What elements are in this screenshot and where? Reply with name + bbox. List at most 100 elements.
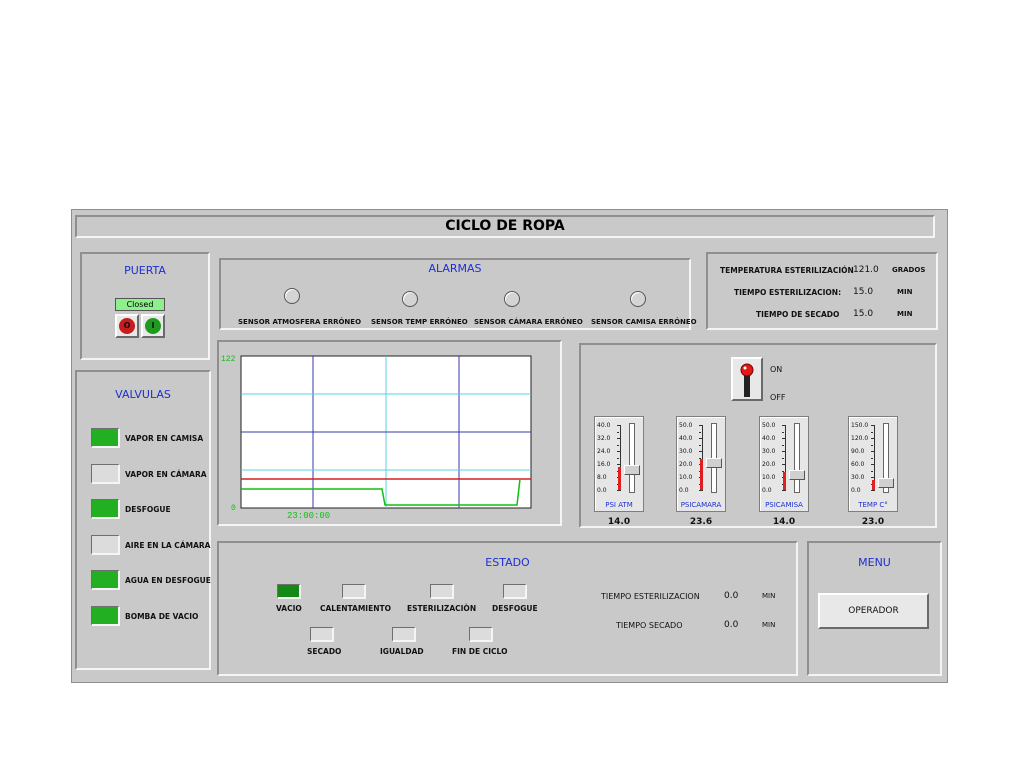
time-label: 23:00:00: [287, 511, 330, 521]
estado-timer-value-1: 0.0: [724, 620, 739, 630]
slider-thumb[interactable]: [878, 478, 894, 488]
valve-led-4: [91, 570, 120, 590]
valve-led-1: [91, 463, 120, 484]
alarm-label-2: SENSOR CÁMARA ERRÓNEO: [474, 318, 583, 326]
on-off-switch[interactable]: [731, 357, 763, 401]
estado-led-3: [503, 584, 527, 599]
alarm-indicator-0: [284, 288, 300, 304]
menu-panel: MENU OPERADOR: [807, 541, 942, 676]
alarm-label-1: SENSOR TEMP ERRÓNEO: [371, 318, 468, 326]
slider-tick: [699, 425, 703, 426]
slider-tick-label: 30.0: [762, 448, 776, 455]
slider-gauge-0: 40.0 32.0 24.0 16.0 8.0 0.0 PSI ATM: [594, 416, 644, 512]
param-unit-0: GRADOS: [892, 266, 926, 274]
estado-led-1: [342, 584, 366, 599]
slider-tick: [617, 438, 621, 439]
slider-level-fill: [783, 472, 786, 490]
slider-tick-label: 40.0: [597, 422, 611, 429]
param-unit-2: MIN: [897, 310, 913, 318]
alarm-indicator-2: [504, 291, 520, 307]
slider-tick-label: 20.0: [762, 461, 776, 468]
y-max-label: 122: [221, 355, 236, 364]
slider-name: PSICAMARA: [680, 501, 722, 509]
slider-tick-label: 150.0: [851, 422, 869, 429]
slider-tick: [617, 457, 619, 459]
estado-label-6: FIN DE CICLO: [452, 647, 508, 656]
slider-tick: [617, 464, 621, 465]
slider-tick: [782, 438, 786, 439]
slider-tick: [699, 444, 701, 446]
valve-label-5: BOMBA DE VACIO: [125, 611, 199, 621]
valve-led-0: [91, 428, 120, 448]
estado-label-1: CALENTAMIENTO: [320, 604, 391, 613]
param-label-0: TEMPERATURA ESTERILIZACIÓN: [720, 266, 854, 275]
slider-tick-label: 8.0: [597, 474, 607, 481]
slider-thumb[interactable]: [706, 458, 722, 468]
slider-name: PSICAMISA: [765, 501, 803, 509]
alarm-label-0: SENSOR ATMOSFERA ERRÓNEO: [238, 318, 362, 326]
start-icon: I: [145, 318, 161, 334]
sensor-panel: ON OFF 40.0 32.0 24.0 16.0 8.0 0.0 PSI ATM 14.0…: [579, 343, 937, 528]
toggle-lever-icon: [740, 363, 754, 397]
door-open-button[interactable]: I: [141, 314, 165, 338]
valve-label-2: DESFOGUE: [125, 505, 171, 514]
slider-tick: [871, 464, 875, 465]
slider-tick: [617, 425, 621, 426]
param-value-2: 15.0: [853, 309, 874, 319]
slider-tick: [871, 438, 875, 439]
slider-tick: [871, 457, 873, 459]
trend-panel: 122 0 23:00:00: [217, 340, 562, 526]
door-close-button[interactable]: O: [115, 314, 139, 338]
alarm-label-3: SENSOR CAMISA ERRÓNEO: [591, 318, 697, 326]
estado-label-4: SECADO: [307, 647, 342, 656]
valve-label-1: VAPOR EN CÁMARA: [125, 469, 207, 479]
slider-tick: [871, 470, 873, 472]
valve-led-3: [91, 534, 120, 555]
slider-gauge-3: 150.0 120.0 90.0 60.0 30.0 0.0 TEMP C°: [848, 416, 898, 512]
slider-tick-label: 0.0: [597, 487, 607, 494]
slider-value-0: 14.0: [607, 517, 631, 527]
slider-gauge-2: 50.0 40.0 30.0 20.0 10.0 0.0 PSICAMISA: [759, 416, 809, 512]
operador-button[interactable]: OPERADOR: [818, 593, 929, 629]
y-min-label: 0: [231, 504, 236, 513]
estado-timer-value-0: 0.0: [724, 591, 739, 601]
slider-tick: [871, 477, 875, 478]
valve-label-0: VAPOR EN CAMISA: [125, 434, 204, 443]
slider-tick-label: 60.0: [851, 461, 865, 468]
estado-led-5: [392, 627, 416, 642]
slider-tick: [782, 464, 786, 465]
valvulas-panel: VALVULAS VAPOR EN CAMISA VAPOR EN CÁMARA D…: [75, 370, 211, 670]
slider-gauge-1: 50.0 40.0 30.0 20.0 10.0 0.0 PSICAMARA: [676, 416, 726, 512]
estado-led-0: [277, 584, 301, 599]
slider-tick: [782, 431, 784, 433]
slider-tick: [699, 431, 701, 433]
slider-tick: [782, 444, 784, 446]
slider-tick: [699, 438, 703, 439]
slider-thumb[interactable]: [789, 470, 805, 480]
estado-label-5: IGUALDAD: [380, 647, 424, 656]
estado-label-2: ESTERILIZACIÒN: [407, 604, 477, 613]
slider-tick-label: 40.0: [679, 435, 693, 442]
alarmas-panel: ALARMAS SENSOR ATMOSFERA ERRÓNEO SENSOR T…: [219, 258, 697, 330]
parametros-panel: TEMPERATURA ESTERILIZACIÓN 121.0 GRADOS TIE…: [706, 252, 938, 330]
slider-tick: [871, 431, 873, 433]
alarmas-title: ALARMAS: [428, 262, 482, 275]
slider-tick: [782, 490, 786, 491]
estado-label-0: VACIO: [276, 604, 302, 613]
estado-timer-label-0: TIEMPO ESTERILIZACION: [601, 592, 700, 601]
slider-tick-label: 10.0: [762, 474, 776, 481]
puerta-title: PUERTA: [124, 264, 166, 277]
slider-track: [794, 423, 800, 493]
slider-tick: [871, 490, 875, 491]
puerta-panel: PUERTA Closed O I: [80, 252, 210, 360]
slider-value-2: 14.0: [772, 517, 796, 527]
hmi-window: CICLO DE ROPA PUERTA Closed O I VALVULAS…: [71, 209, 948, 683]
estado-panel: ESTADO VACIO CALENTAMIENTO ESTERILIZACIÒN D…: [217, 541, 798, 676]
estado-led-2: [430, 584, 454, 599]
slider-tick: [617, 444, 619, 446]
slider-level-fill: [872, 480, 875, 490]
alarm-indicator-3: [630, 291, 646, 307]
page-title: CICLO DE ROPA: [445, 218, 565, 234]
slider-thumb[interactable]: [624, 465, 640, 475]
slider-tick-label: 0.0: [762, 487, 772, 494]
